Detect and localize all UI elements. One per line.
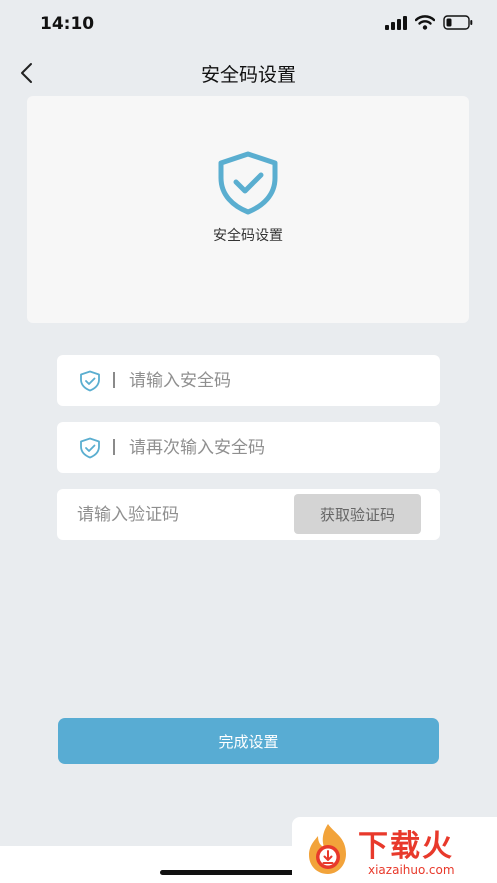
get-code-button[interactable]: 获取验证码 <box>294 494 421 534</box>
hero-card: 安全码设置 <box>27 96 469 323</box>
watermark-url: xiazaihuo.com <box>368 863 455 877</box>
battery-icon <box>443 15 473 30</box>
shield-check-icon <box>80 370 100 392</box>
field-divider <box>113 439 115 455</box>
confirm-code-input[interactable] <box>129 422 419 473</box>
page-title: 安全码设置 <box>200 64 296 86</box>
wifi-icon <box>415 15 435 30</box>
flame-logo-icon <box>309 824 346 874</box>
signal-icon <box>385 15 407 30</box>
watermark: 下载火 xiazaihuo.com <box>292 817 497 883</box>
hero-label: 安全码设置 <box>213 228 283 244</box>
security-code-field <box>57 355 440 406</box>
status-time: 14:10 <box>40 14 95 34</box>
field-divider <box>113 372 115 388</box>
nav-bar: 安全码设置 <box>0 52 497 92</box>
verify-code-field: 获取验证码 <box>57 489 440 540</box>
status-icons <box>385 15 473 30</box>
watermark-text: 下载火 <box>358 829 454 864</box>
shield-check-icon <box>218 151 278 215</box>
security-code-input[interactable] <box>129 355 419 406</box>
verify-code-input[interactable] <box>77 489 287 540</box>
complete-setup-button[interactable]: 完成设置 <box>58 718 439 764</box>
shield-check-icon <box>80 437 100 459</box>
confirm-code-field <box>57 422 440 473</box>
status-bar: 14:10 <box>0 0 497 48</box>
